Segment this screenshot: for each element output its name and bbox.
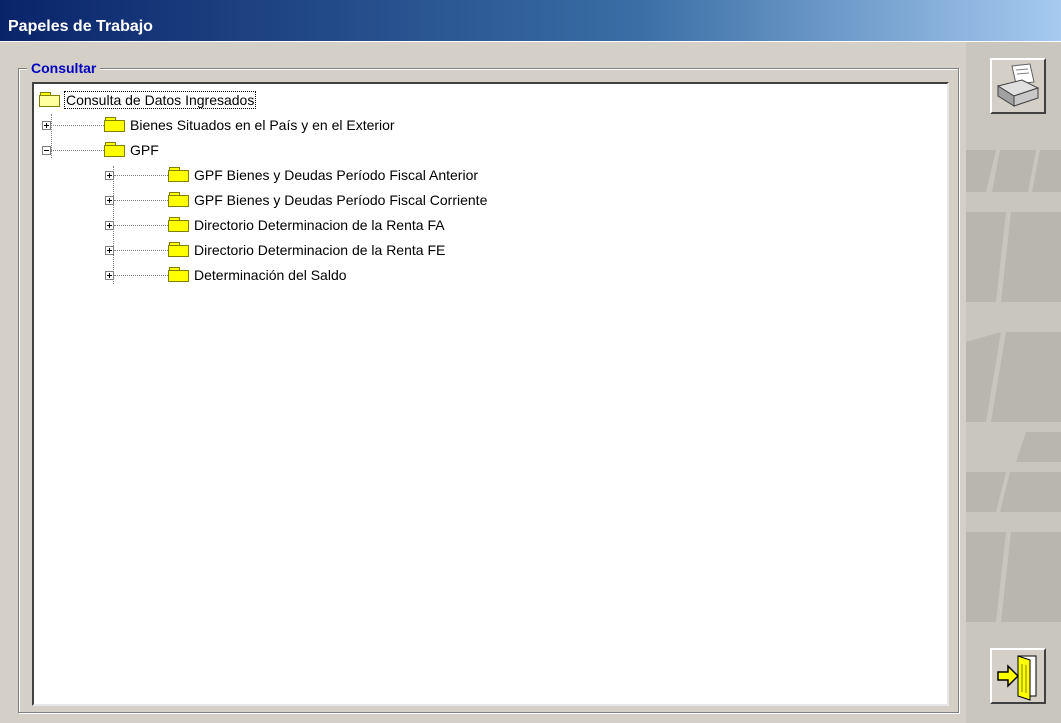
- watermark-logo: [966, 150, 1061, 622]
- expand-icon[interactable]: [105, 245, 114, 255]
- tree-node-gpf[interactable]: GPF: [42, 140, 159, 160]
- side-panel: [966, 42, 1061, 723]
- tree-node-label[interactable]: Directorio Determinacion de la Renta FE: [194, 242, 445, 258]
- expand-icon[interactable]: [105, 270, 114, 280]
- tree-connector: [114, 274, 168, 276]
- printer-icon: [996, 63, 1040, 107]
- expand-icon[interactable]: [105, 170, 114, 180]
- tree-connector: [51, 149, 104, 151]
- tree-node-label[interactable]: Bienes Situados en el País y en el Exter…: [130, 117, 395, 133]
- tree-node-bienes-situados[interactable]: Bienes Situados en el País y en el Exter…: [42, 115, 395, 135]
- print-button[interactable]: [990, 58, 1046, 114]
- window-title: Papeles de Trabajo: [8, 18, 153, 35]
- folder-icon: [168, 192, 190, 208]
- tree-view[interactable]: Consulta de Datos Ingresados Bienes Situ…: [32, 82, 949, 706]
- expand-icon[interactable]: [42, 120, 51, 130]
- folder-icon: [168, 167, 190, 183]
- tree-connector: [114, 249, 168, 251]
- expand-icon[interactable]: [105, 220, 114, 230]
- tree-connector: [51, 124, 104, 126]
- folder-icon: [104, 142, 126, 158]
- open-folder-icon: [39, 92, 61, 108]
- tree-node-label[interactable]: Consulta de Datos Ingresados: [63, 91, 257, 109]
- collapse-icon[interactable]: [42, 145, 51, 155]
- tree-node-label[interactable]: Directorio Determinacion de la Renta FA: [194, 217, 445, 233]
- tree-connector: [114, 224, 168, 226]
- groupbox-label: Consultar: [27, 60, 101, 76]
- tree-node-root[interactable]: Consulta de Datos Ingresados: [39, 90, 257, 110]
- tree-connector: [114, 174, 168, 176]
- tree-node-saldo[interactable]: Determinación del Saldo: [105, 265, 347, 285]
- tree-node-label[interactable]: Determinación del Saldo: [194, 267, 347, 283]
- exit-button[interactable]: [990, 648, 1046, 704]
- tree-node-renta-fe[interactable]: Directorio Determinacion de la Renta FE: [105, 240, 445, 260]
- exit-door-icon: [997, 655, 1037, 701]
- tree-node-label[interactable]: GPF: [130, 142, 159, 158]
- expand-icon[interactable]: [105, 195, 114, 205]
- tree-node-gpf-anterior[interactable]: GPF Bienes y Deudas Período Fiscal Anter…: [105, 165, 478, 185]
- tree-node-label[interactable]: GPF Bienes y Deudas Período Fiscal Corri…: [194, 192, 487, 208]
- tree-node-renta-fa[interactable]: Directorio Determinacion de la Renta FA: [105, 215, 445, 235]
- title-bar[interactable]: Papeles de Trabajo: [0, 0, 1061, 42]
- tree-node-gpf-corriente[interactable]: GPF Bienes y Deudas Período Fiscal Corri…: [105, 190, 487, 210]
- folder-icon: [168, 217, 190, 233]
- folder-icon: [168, 242, 190, 258]
- tree-node-label[interactable]: GPF Bienes y Deudas Período Fiscal Anter…: [194, 167, 478, 183]
- folder-icon: [104, 117, 126, 133]
- folder-icon: [168, 267, 190, 283]
- tree-connector: [114, 199, 168, 201]
